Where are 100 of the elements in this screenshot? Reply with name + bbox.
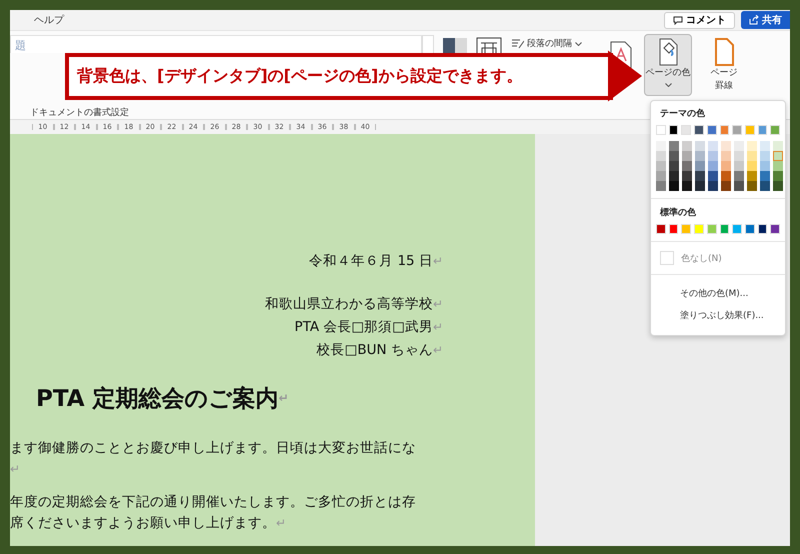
document-text: 校長□BUN ちゃん	[316, 340, 433, 358]
color-swatch[interactable]	[682, 171, 692, 181]
color-swatch[interactable]	[747, 181, 757, 191]
color-swatch[interactable]	[747, 161, 757, 171]
color-swatch[interactable]	[720, 125, 730, 135]
color-swatch[interactable]	[656, 224, 666, 234]
color-swatch[interactable]	[747, 151, 757, 161]
color-swatch[interactable]	[734, 151, 744, 161]
color-swatch[interactable]	[682, 141, 692, 151]
color-swatch[interactable]	[669, 141, 679, 151]
color-swatch[interactable]	[656, 141, 666, 151]
color-swatch[interactable]	[760, 181, 770, 191]
style-preview-text: 題	[15, 38, 27, 53]
color-swatch[interactable]	[744, 224, 755, 234]
menu-item[interactable]: 塗りつぶし効果(F)...	[656, 304, 780, 326]
color-swatch[interactable]	[747, 141, 757, 151]
color-swatch[interactable]	[760, 151, 770, 161]
color-swatch[interactable]	[695, 151, 705, 161]
color-swatch[interactable]	[708, 161, 718, 171]
paragraph-mark: ↵	[432, 342, 443, 356]
color-swatch[interactable]	[721, 151, 731, 161]
menu-item[interactable]: その他の色(M)...	[656, 282, 780, 304]
color-swatch[interactable]	[721, 161, 731, 171]
color-swatch[interactable]	[770, 125, 780, 135]
color-swatch[interactable]	[682, 161, 692, 171]
document-text: PTA 会長□那須□武男	[294, 318, 433, 336]
color-swatch[interactable]	[732, 125, 742, 135]
document-title: PTA 定期総会のご案内	[36, 384, 279, 414]
share-button[interactable]: 共有	[741, 11, 790, 29]
color-swatch[interactable]	[760, 171, 770, 181]
color-swatch[interactable]	[656, 181, 666, 191]
color-swatch[interactable]	[770, 224, 780, 234]
color-swatch[interactable]	[668, 125, 678, 135]
color-swatch[interactable]	[721, 141, 731, 151]
document-text: 和歌山県立わかる高等学校	[264, 294, 433, 312]
color-swatch[interactable]	[669, 181, 679, 191]
menu-heading: テーマの色	[660, 108, 706, 120]
color-swatch[interactable]	[773, 161, 783, 171]
no-color-item[interactable]: 色なし(N)	[656, 249, 780, 267]
color-swatch[interactable]	[656, 151, 666, 161]
color-swatch[interactable]	[758, 224, 768, 234]
document-text: 年度の定期総会を下記の通り開催いたします。ご多忙の折とは存	[10, 492, 416, 510]
color-swatch[interactable]	[668, 224, 678, 234]
color-swatch[interactable]	[773, 181, 783, 191]
color-swatch[interactable]	[773, 141, 783, 151]
color-swatch[interactable]	[708, 141, 718, 151]
color-swatch[interactable]	[694, 125, 704, 135]
color-swatch[interactable]	[656, 161, 666, 171]
color-swatch[interactable]	[695, 171, 705, 181]
speech-bubble-icon	[673, 16, 683, 24]
color-swatch[interactable]	[760, 141, 770, 151]
document-text: ます御健勝のこととお慶び申し上げます。日頃は大変お世話にな	[10, 438, 416, 456]
paragraph-mark: ↵	[10, 462, 20, 476]
color-swatch[interactable]	[732, 224, 742, 234]
color-swatch[interactable]	[708, 151, 718, 161]
color-swatch[interactable]	[734, 161, 744, 171]
menu-heading: 標準の色	[660, 206, 697, 219]
color-swatch[interactable]	[669, 151, 679, 161]
comment-button[interactable]: コメント	[664, 12, 735, 28]
paragraph-spacing-button[interactable]: 段落の間隔	[510, 35, 584, 52]
color-swatch[interactable]	[773, 171, 783, 181]
gallery-scroll-button[interactable]	[422, 35, 434, 55]
page-color-button[interactable]: ページの色	[644, 34, 692, 96]
page-border-button[interactable]: ページ 罫線	[700, 34, 748, 96]
paragraph-mark: ↵	[276, 516, 286, 530]
color-swatch[interactable]	[734, 141, 744, 151]
color-swatch[interactable]	[682, 151, 692, 161]
paragraph-spacing-icon	[512, 38, 524, 48]
color-swatch[interactable]	[656, 125, 666, 135]
color-swatch[interactable]	[681, 224, 692, 234]
document-text: 席くださいますようお願い申し上げます。	[10, 514, 276, 532]
color-swatch[interactable]	[721, 181, 731, 191]
color-swatch[interactable]	[694, 224, 704, 234]
color-swatch[interactable]	[669, 161, 679, 171]
page-border-icon	[713, 38, 735, 66]
color-swatch[interactable]	[734, 171, 744, 181]
color-swatch[interactable]	[656, 171, 666, 181]
color-swatch[interactable]	[708, 181, 718, 191]
color-swatch[interactable]	[760, 161, 770, 171]
color-swatch[interactable]	[706, 224, 717, 234]
color-swatch[interactable]	[744, 125, 755, 135]
menu-tab[interactable]: ヘルプ	[30, 13, 68, 27]
color-swatch[interactable]	[721, 171, 731, 181]
caret-icon	[575, 42, 582, 46]
paragraph-mark: ↵	[432, 320, 443, 334]
color-swatch[interactable]	[758, 125, 768, 135]
color-swatch[interactable]	[695, 161, 705, 171]
color-swatch[interactable]	[708, 171, 718, 181]
color-swatch[interactable]	[720, 224, 730, 234]
color-swatch[interactable]	[681, 125, 692, 135]
color-swatch[interactable]	[706, 125, 717, 135]
color-swatch[interactable]	[669, 171, 679, 181]
color-swatch[interactable]	[773, 151, 783, 161]
color-swatch[interactable]	[747, 171, 757, 181]
paint-bucket-page-icon	[657, 38, 679, 66]
color-swatch[interactable]	[695, 181, 705, 191]
color-swatch[interactable]	[695, 141, 705, 151]
color-swatch[interactable]	[734, 181, 744, 191]
ribbon-group-label: ドキュメントの書式設定	[30, 108, 129, 118]
color-swatch[interactable]	[682, 181, 692, 191]
